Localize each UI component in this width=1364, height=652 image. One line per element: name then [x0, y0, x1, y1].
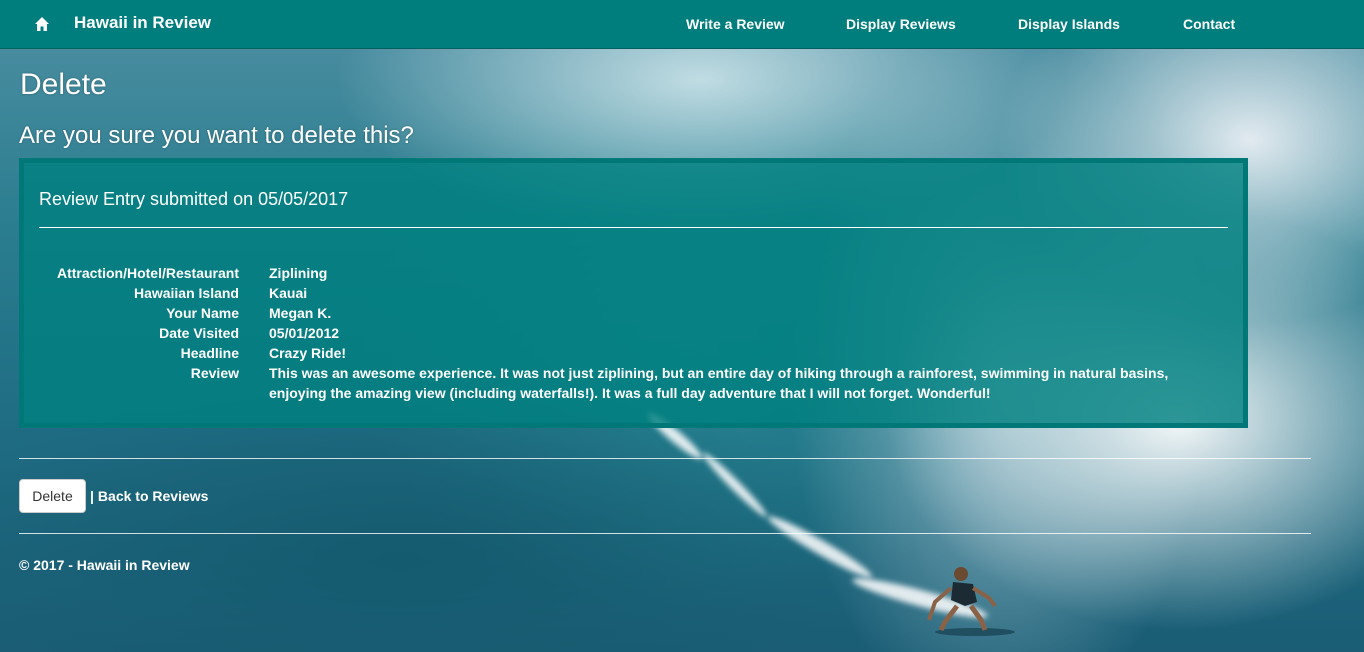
detail-label: Date Visited	[159, 325, 239, 341]
detail-row-review: Review This was an awesome experience. I…	[24, 363, 1243, 403]
nav-display-reviews[interactable]: Display Reviews	[846, 16, 956, 32]
detail-label: Hawaiian Island	[133, 285, 239, 301]
detail-value: This was an awesome experience. It was n…	[269, 365, 1169, 401]
nav-contact[interactable]: Contact	[1183, 16, 1235, 32]
detail-row-attraction: Attraction/Hotel/Restaurant Ziplining	[24, 263, 1243, 283]
delete-button[interactable]: Delete	[19, 479, 86, 513]
footer-copyright: © 2017 - Hawaii in Review	[19, 557, 190, 573]
nav-display-islands[interactable]: Display Islands	[1018, 16, 1120, 32]
divider	[19, 533, 1311, 534]
detail-label: Your Name	[166, 305, 239, 321]
review-panel: Review Entry submitted on 05/05/2017 Att…	[19, 158, 1248, 428]
divider	[19, 458, 1311, 459]
form-actions: Delete | Back to Reviews	[19, 479, 208, 513]
separator: |	[90, 488, 94, 504]
back-to-reviews-link[interactable]: Back to Reviews	[98, 488, 209, 504]
review-entry-heading: Review Entry submitted on 05/05/2017	[39, 189, 349, 209]
home-icon[interactable]	[34, 16, 50, 32]
top-navbar: Hawaii in Review Write a Review Display …	[0, 0, 1364, 49]
detail-value: Ziplining	[269, 265, 328, 281]
detail-row-headline: Headline Crazy Ride!	[24, 343, 1243, 363]
detail-value: Megan K.	[269, 305, 332, 321]
detail-value: 05/01/2012	[269, 325, 340, 341]
surfer-image	[927, 567, 1015, 636]
detail-label: Review	[190, 365, 239, 381]
divider	[39, 227, 1228, 228]
detail-label: Attraction/Hotel/Restaurant	[56, 265, 239, 281]
detail-row-date-visited: Date Visited 05/01/2012	[24, 323, 1243, 343]
nav-write-review[interactable]: Write a Review	[686, 16, 785, 32]
detail-label: Headline	[180, 345, 239, 361]
detail-value: Kauai	[269, 285, 308, 301]
delete-confirmation-question: Are you sure you want to delete this?	[19, 122, 414, 149]
detail-row-name: Your Name Megan K.	[24, 303, 1243, 323]
detail-value: Crazy Ride!	[269, 345, 347, 361]
page-title: Delete	[20, 68, 107, 101]
review-details: Attraction/Hotel/Restaurant Ziplining Ha…	[24, 263, 1243, 403]
brand-link[interactable]: Hawaii in Review	[74, 13, 211, 33]
detail-row-island: Hawaiian Island Kauai	[24, 283, 1243, 303]
